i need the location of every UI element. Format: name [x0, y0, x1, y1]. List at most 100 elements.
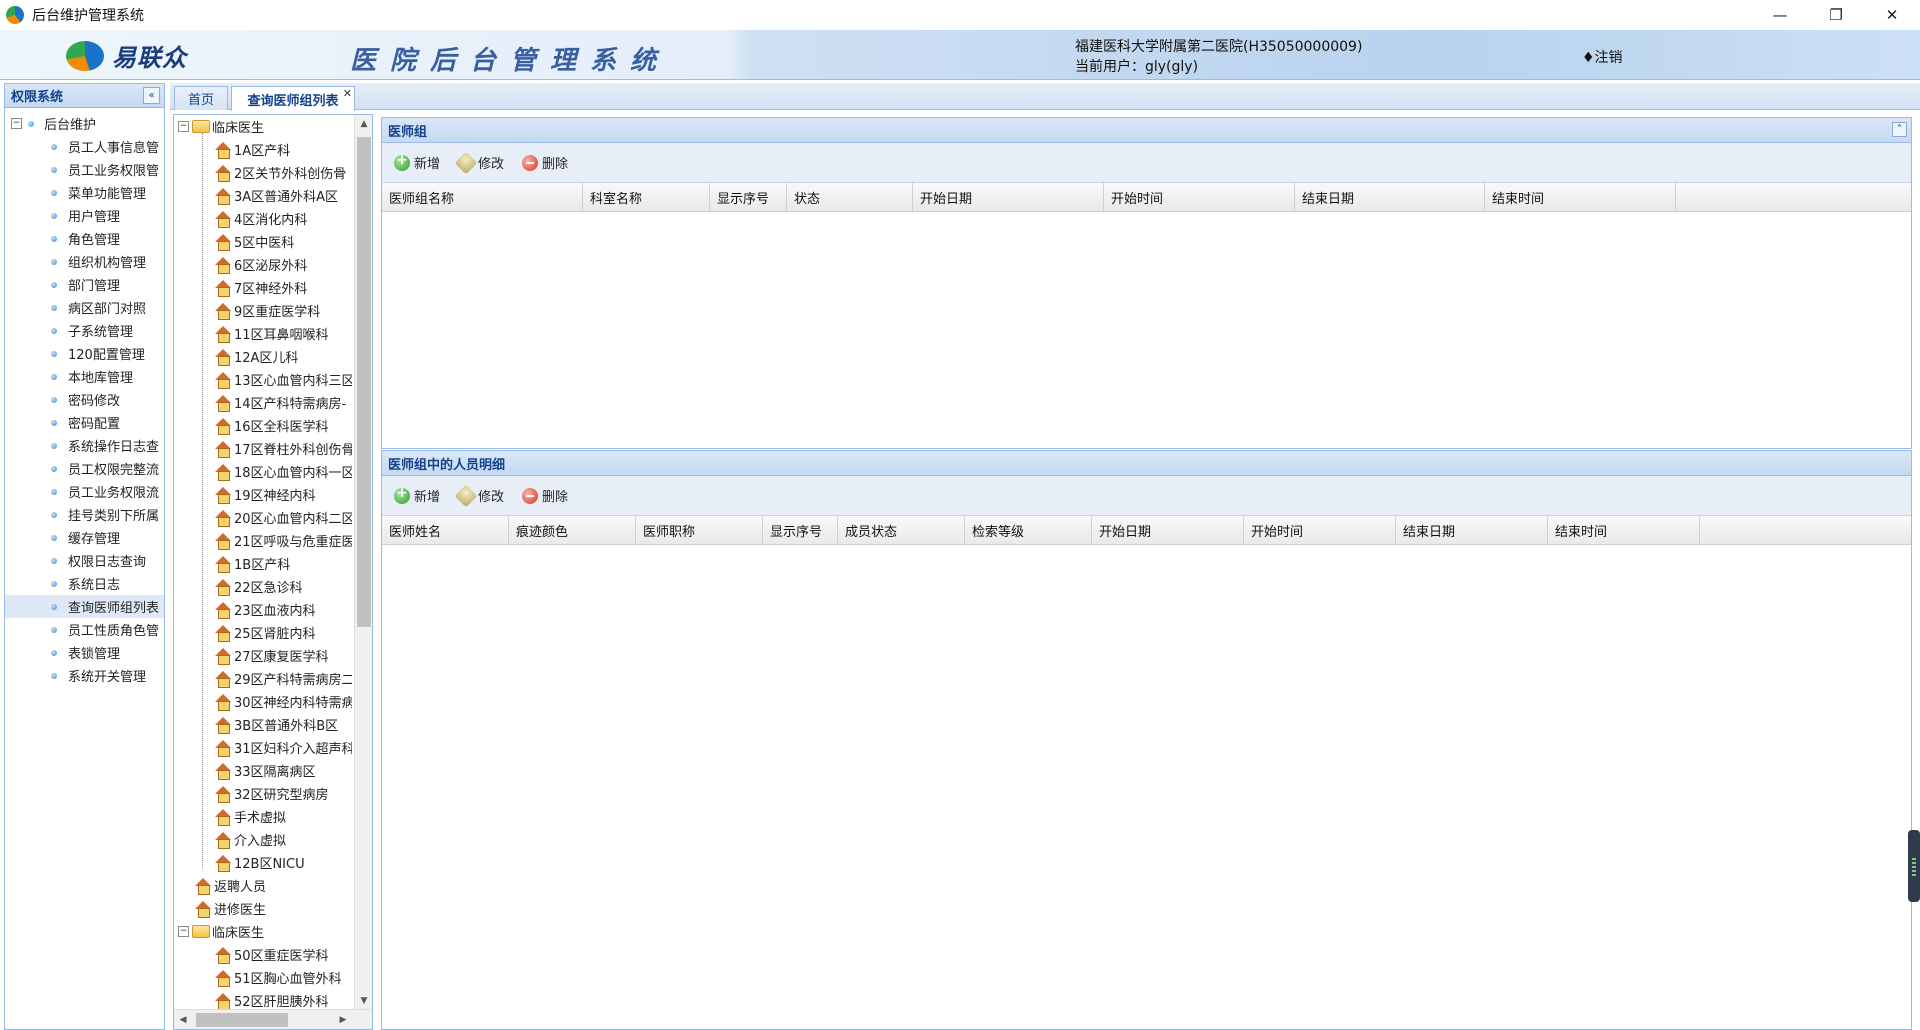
tree-dept-item[interactable]: 1B区产科 [174, 552, 352, 575]
column-header[interactable]: 成员状态 [838, 516, 965, 544]
tree-dept-item[interactable]: 52区肝胆胰外科 [174, 989, 352, 1010]
sidebar-item[interactable]: 员工人事信息管 [5, 135, 164, 158]
tree-dept-item[interactable]: 1A区产科 [174, 138, 352, 161]
maximize-button[interactable]: ❐ [1808, 0, 1864, 30]
dept-tree-vertical-scrollbar[interactable]: ▲ ▼ [354, 115, 372, 1010]
column-header[interactable]: 医师组名称 [382, 183, 583, 211]
sidebar-item[interactable]: 员工性质角色管 [5, 618, 164, 641]
column-header[interactable]: 结束时间 [1485, 183, 1676, 211]
collapse-toggle-icon[interactable]: − [178, 121, 189, 132]
sidebar-item[interactable]: 权限日志查询 [5, 549, 164, 572]
sidebar-item[interactable]: 密码配置 [5, 411, 164, 434]
close-window-button[interactable]: ✕ [1864, 0, 1920, 30]
scroll-thumb[interactable] [357, 137, 371, 627]
scroll-down-arrow-icon[interactable]: ▼ [355, 992, 372, 1010]
tree-dept-item[interactable]: 16区全科医学科 [174, 414, 352, 437]
column-header[interactable]: 痕迹颜色 [509, 516, 636, 544]
column-header[interactable]: 开始时间 [1244, 516, 1396, 544]
tree-dept-item[interactable]: 12A区儿科 [174, 345, 352, 368]
sidebar-item[interactable]: 子系统管理 [5, 319, 164, 342]
nav-root[interactable]: − 后台维护 [5, 112, 164, 135]
tree-dept-item[interactable]: 介入虚拟 [174, 828, 352, 851]
sidebar-item[interactable]: 系统操作日志查 [5, 434, 164, 457]
column-header[interactable]: 开始日期 [1092, 516, 1244, 544]
tree-dept-item[interactable]: 手术虚拟 [174, 805, 352, 828]
column-header[interactable]: 显示序号 [710, 183, 787, 211]
tree-dept-item[interactable]: 29区产科特需病房二 [174, 667, 352, 690]
tab-doctor-group-list[interactable]: 查询医师组列表 ✕ [231, 86, 355, 111]
tree-group-clinical-2[interactable]: − 临床医生 [174, 920, 352, 943]
tree-group-clinical[interactable]: − 临床医生 [174, 115, 352, 138]
tree-dept-item[interactable]: 23区血液内科 [174, 598, 352, 621]
sidebar-item[interactable]: 员工权限完整流 [5, 457, 164, 480]
collapse-nav-button[interactable]: « [143, 87, 160, 104]
sidebar-item[interactable]: 员工业务权限管 [5, 158, 164, 181]
tree-dept-item[interactable]: 31区妇科介入超声科 [174, 736, 352, 759]
column-header[interactable]: 医师姓名 [382, 516, 509, 544]
tree-dept-item[interactable]: 11区耳鼻咽喉科 [174, 322, 352, 345]
tree-dept-item[interactable]: 50区重症医学科 [174, 943, 352, 966]
tree-dept-item[interactable]: 17区脊柱外科创伤骨 [174, 437, 352, 460]
close-tab-icon[interactable]: ✕ [343, 87, 352, 100]
column-header[interactable]: 开始时间 [1104, 183, 1295, 211]
tree-dept-item[interactable]: 20区心血管内科二区 [174, 506, 352, 529]
sidebar-item[interactable]: 本地库管理 [5, 365, 164, 388]
tree-dept-item[interactable]: 6区泌尿外科 [174, 253, 352, 276]
tree-dept-item[interactable]: 22区急诊科 [174, 575, 352, 598]
column-header[interactable]: 结束时间 [1548, 516, 1700, 544]
sidebar-item[interactable]: 缓存管理 [5, 526, 164, 549]
member-grid-body[interactable] [382, 545, 1911, 1025]
sidebar-item[interactable]: 挂号类别下所属 [5, 503, 164, 526]
delete-member-button[interactable]: 删除 [522, 486, 568, 505]
tree-top-item[interactable]: 返聘人员 [174, 874, 352, 897]
hscroll-thumb[interactable] [196, 1013, 288, 1027]
tree-dept-item[interactable]: 32区研究型病房 [174, 782, 352, 805]
scroll-left-arrow-icon[interactable]: ◀ [174, 1010, 192, 1029]
tree-dept-item[interactable]: 25区肾脏内科 [174, 621, 352, 644]
tree-dept-item[interactable]: 14区产科特需病房- [174, 391, 352, 414]
column-header[interactable]: 结束日期 [1295, 183, 1485, 211]
add-member-button[interactable]: 新增 [394, 485, 440, 505]
column-header[interactable]: 开始日期 [913, 183, 1104, 211]
sidebar-item[interactable]: 系统开关管理 [5, 664, 164, 687]
collapse-toggle-icon[interactable]: − [11, 118, 22, 129]
edit-member-button[interactable]: 修改 [454, 484, 504, 507]
sidebar-item[interactable]: 120配置管理 [5, 342, 164, 365]
edge-scroll-handle[interactable] [1908, 830, 1920, 902]
tree-dept-item[interactable]: 30区神经内科特需病 [174, 690, 352, 713]
tree-dept-item[interactable]: 4区消化内科 [174, 207, 352, 230]
sidebar-item[interactable]: 部门管理 [5, 273, 164, 296]
add-group-button[interactable]: 新增 [394, 152, 440, 172]
sidebar-item[interactable]: 密码修改 [5, 388, 164, 411]
column-header[interactable]: 结束日期 [1396, 516, 1548, 544]
collapse-toggle-icon[interactable]: − [178, 926, 189, 937]
sidebar-item[interactable]: 用户管理 [5, 204, 164, 227]
collapse-panel-icon[interactable]: ⌃ [1892, 122, 1907, 137]
tree-dept-item[interactable]: 7区神经外科 [174, 276, 352, 299]
column-header[interactable]: 医师职称 [636, 516, 763, 544]
sidebar-item[interactable]: 查询医师组列表 [5, 595, 164, 618]
tree-dept-item[interactable]: 18区心血管内科一区 [174, 460, 352, 483]
minimize-button[interactable]: — [1752, 0, 1808, 30]
tree-dept-item[interactable]: 9区重症医学科 [174, 299, 352, 322]
sidebar-item[interactable]: 菜单功能管理 [5, 181, 164, 204]
tab-home[interactable]: 首页 [174, 86, 228, 110]
tree-dept-item[interactable]: 21区呼吸与危重症医 [174, 529, 352, 552]
tree-dept-item[interactable]: 27区康复医学科 [174, 644, 352, 667]
scroll-right-arrow-icon[interactable]: ▶ [334, 1010, 352, 1029]
dept-tree-horizontal-scrollbar[interactable]: ◀ ▶ [174, 1009, 372, 1029]
column-header[interactable]: 检索等级 [965, 516, 1092, 544]
tree-dept-item[interactable]: 19区神经内科 [174, 483, 352, 506]
sidebar-item[interactable]: 员工业务权限流 [5, 480, 164, 503]
scroll-up-arrow-icon[interactable]: ▲ [355, 115, 372, 133]
column-header[interactable]: 状态 [787, 183, 913, 211]
tree-dept-item[interactable]: 33区隔离病区 [174, 759, 352, 782]
logout-link[interactable]: ♦注销 [1582, 47, 1623, 67]
sidebar-item[interactable]: 系统日志 [5, 572, 164, 595]
tree-dept-item[interactable]: 2区关节外科创伤骨 [174, 161, 352, 184]
tree-dept-item[interactable]: 12B区NICU [174, 851, 352, 874]
sidebar-item[interactable]: 组织机构管理 [5, 250, 164, 273]
sidebar-item[interactable]: 角色管理 [5, 227, 164, 250]
column-header[interactable]: 科室名称 [583, 183, 710, 211]
sidebar-item[interactable]: 表锁管理 [5, 641, 164, 664]
